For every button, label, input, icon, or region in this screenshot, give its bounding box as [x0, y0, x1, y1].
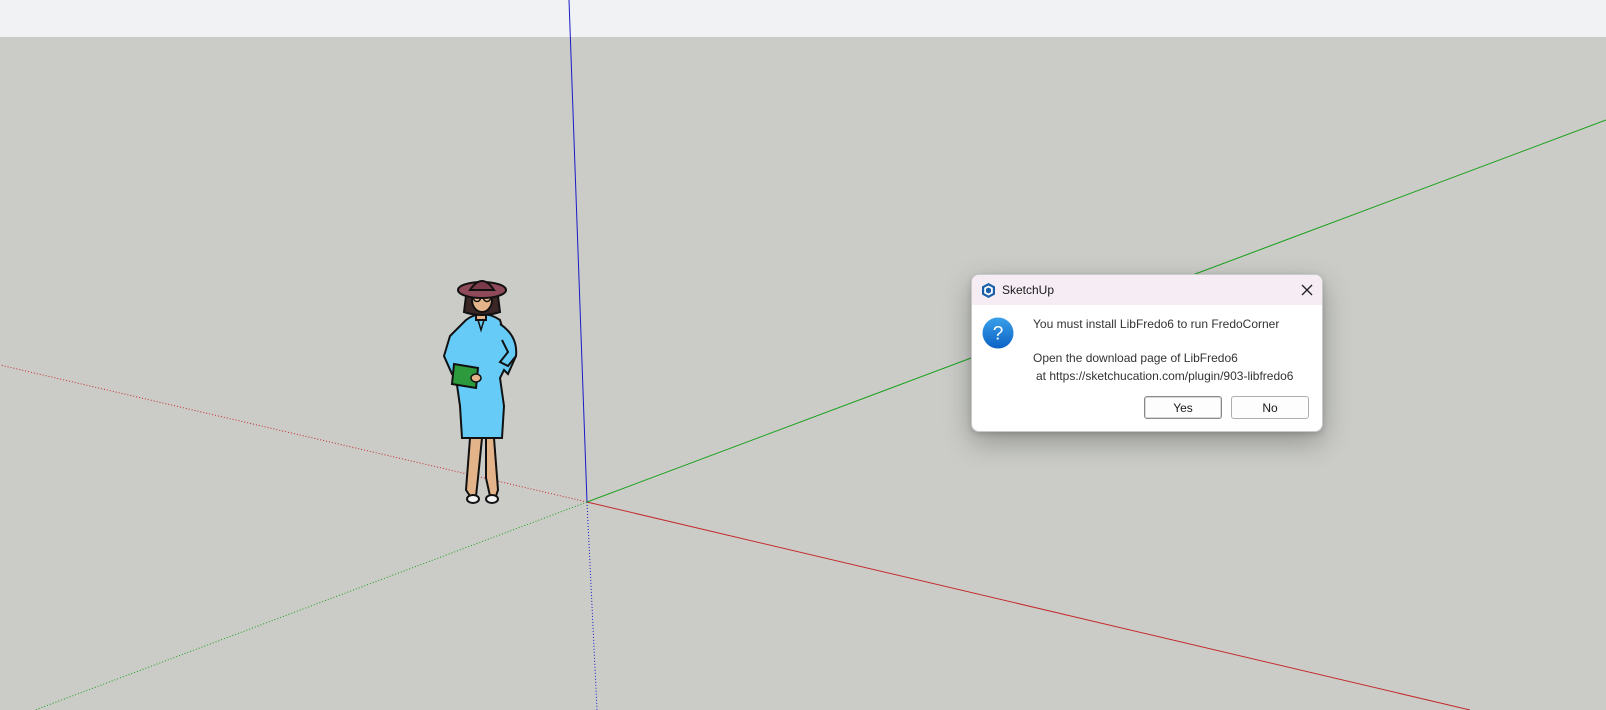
message-line-1: You must install LibFredo6 to run FredoC…	[1033, 317, 1280, 331]
dialog-titlebar[interactable]: SketchUp	[972, 275, 1322, 305]
message-line-2: Open the download page of LibFredo6	[1033, 351, 1238, 365]
scale-figure[interactable]	[430, 278, 540, 518]
sketchup-window: SketchUp ? You must install LibFredo6 to…	[0, 0, 1606, 710]
close-button[interactable]	[1292, 275, 1322, 305]
figure-shoe-right	[485, 494, 499, 504]
close-icon	[1301, 284, 1313, 296]
figure-hand	[470, 373, 482, 383]
yes-button[interactable]: Yes	[1144, 396, 1222, 419]
figure-legs	[464, 437, 500, 497]
no-button[interactable]: No	[1231, 396, 1309, 419]
question-icon: ?	[982, 317, 1014, 349]
red-axis-positive	[586, 501, 1471, 710]
axes	[0, 0, 1606, 710]
blue-axis-positive	[568, 0, 588, 503]
message-dialog: SketchUp ? You must install LibFredo6 to…	[971, 274, 1323, 432]
dialog-title: SketchUp	[1002, 283, 1055, 297]
green-axis-negative	[34, 501, 588, 710]
message-line-3: at https://sketchucation.com/plugin/903-…	[1036, 369, 1294, 383]
blue-axis-negative	[586, 501, 598, 710]
sketchup-logo-icon	[982, 283, 995, 298]
figure-shoe-left	[466, 494, 480, 504]
svg-text:?: ?	[993, 324, 1004, 345]
